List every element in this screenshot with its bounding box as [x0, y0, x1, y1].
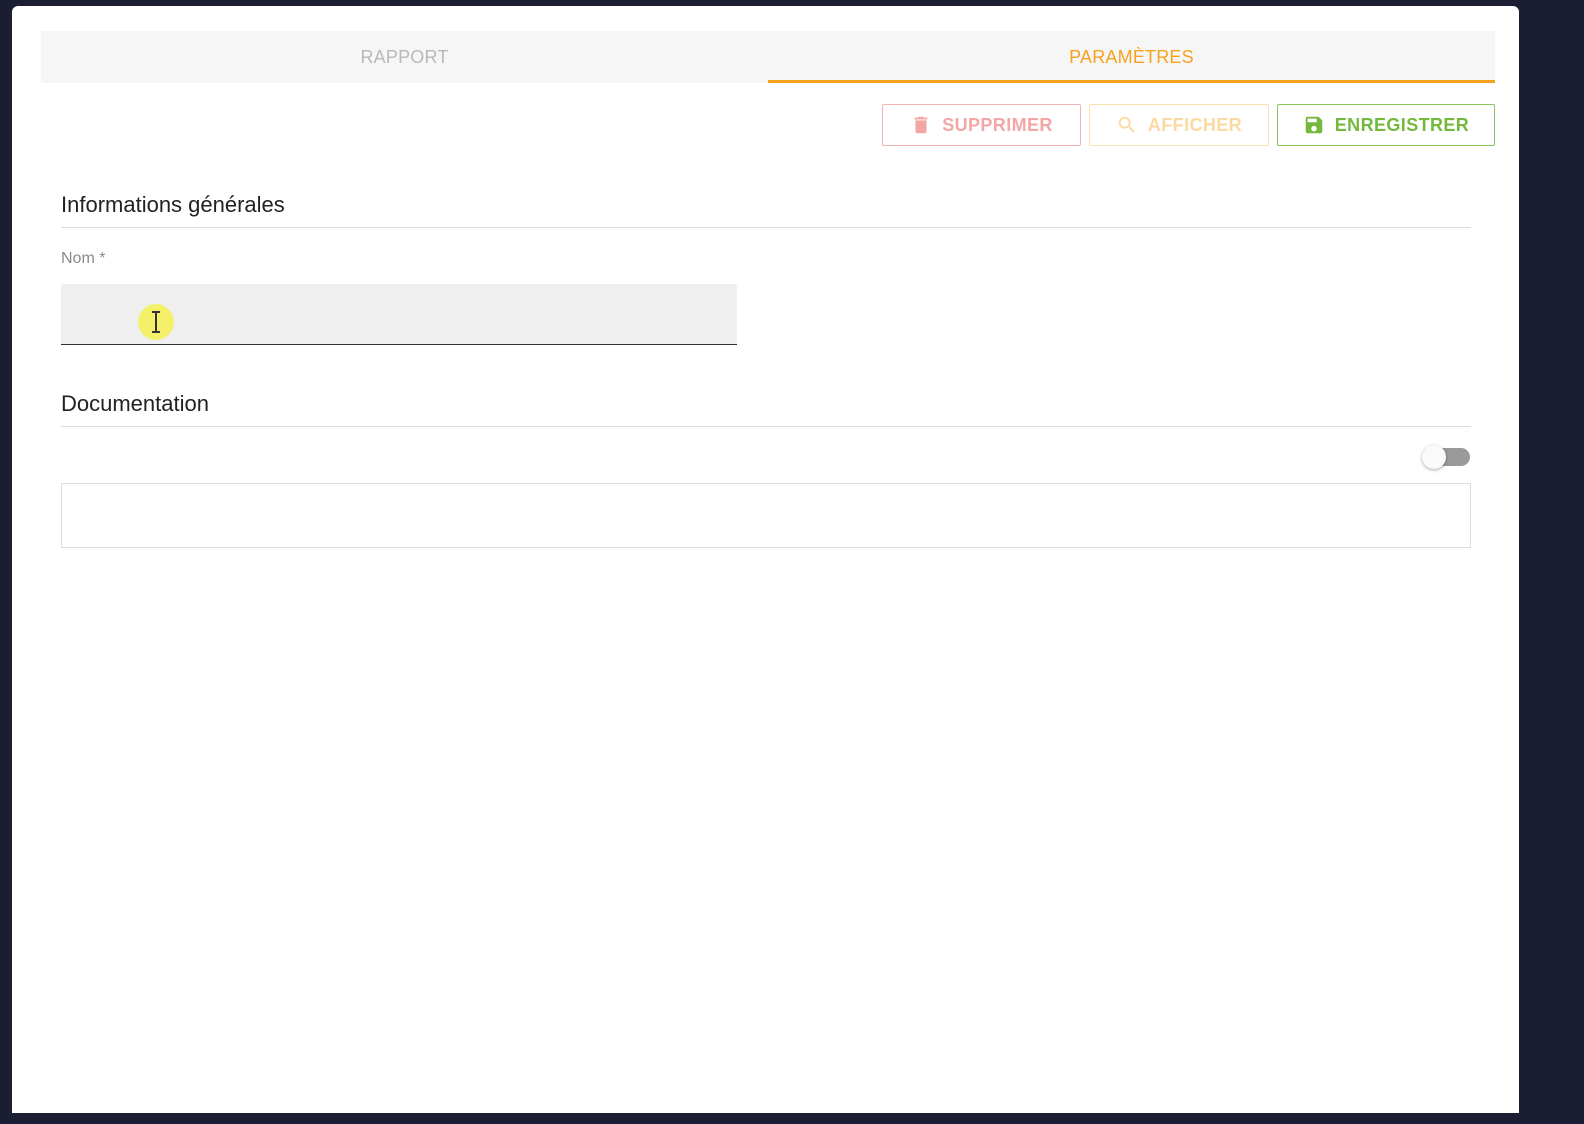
documentation-editor[interactable] — [61, 483, 1471, 548]
general-info-divider — [61, 227, 1471, 228]
tab-rapport-label: RAPPORT — [360, 46, 449, 67]
show-button[interactable]: AFFICHER — [1089, 104, 1269, 146]
documentation-title: Documentation — [61, 391, 209, 416]
name-field-label: Nom * — [61, 250, 106, 267]
floppy-disk-icon — [1303, 114, 1325, 136]
action-toolbar: SUPPRIMER AFFICHER ENREGISTRER — [882, 104, 1495, 146]
tab-parametres[interactable]: PARAMÈTRES — [768, 31, 1495, 83]
show-button-label: AFFICHER — [1147, 114, 1243, 135]
tab-parametres-label: PARAMÈTRES — [1069, 46, 1194, 67]
documentation-divider — [61, 426, 1471, 427]
toggle-thumb — [1422, 445, 1446, 469]
save-button-label: ENREGISTRER — [1334, 114, 1470, 135]
tab-rapport[interactable]: RAPPORT — [41, 31, 768, 83]
general-info-title: Informations générales — [61, 192, 285, 217]
name-input[interactable] — [61, 284, 737, 345]
documentation-toggle[interactable] — [1422, 445, 1472, 469]
tab-bar: RAPPORT PARAMÈTRES — [41, 31, 1495, 83]
save-button[interactable]: ENREGISTRER — [1277, 104, 1495, 146]
delete-button-label: SUPPRIMER — [942, 114, 1053, 135]
app-window: RAPPORT PARAMÈTRES SUPPRIMER AFFICHER EN… — [12, 6, 1519, 1113]
delete-button[interactable]: SUPPRIMER — [882, 104, 1081, 146]
search-icon — [1116, 114, 1138, 136]
trash-icon — [910, 114, 932, 136]
